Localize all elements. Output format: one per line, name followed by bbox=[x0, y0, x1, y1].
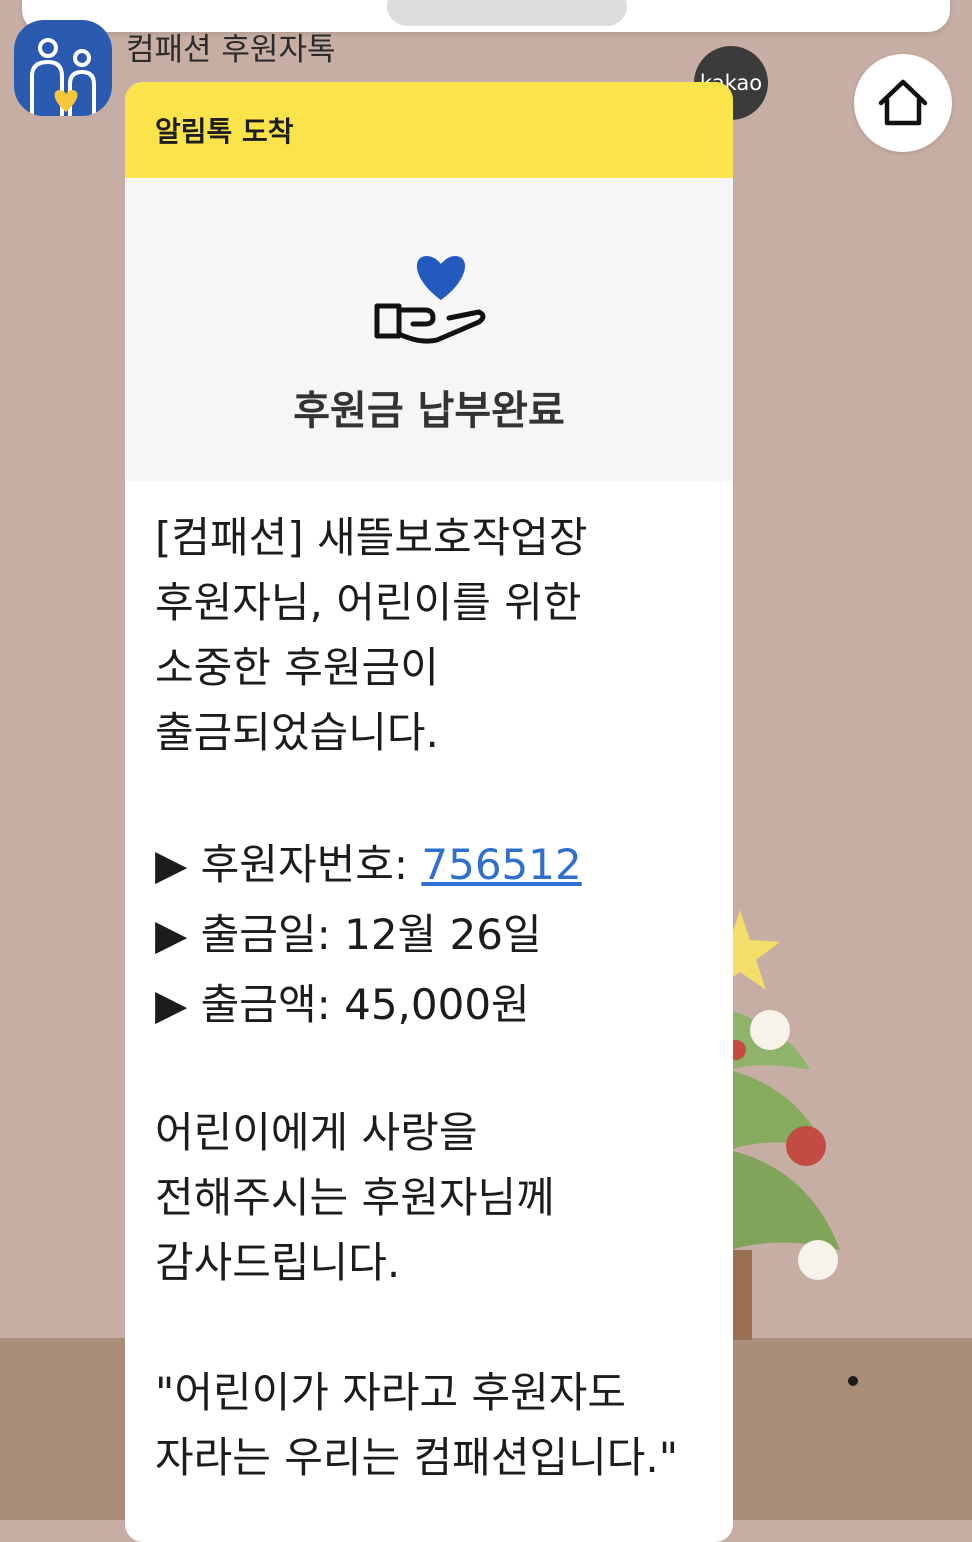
message-body: [컴패션] 새뜰보호작업장 후원자님, 어린이를 위한 소중한 후원금이 출금되… bbox=[125, 481, 733, 1490]
withdraw-amount-row: ▶ 출금액: 45,000원 bbox=[155, 970, 703, 1040]
banner-pill bbox=[387, 0, 627, 26]
sender-name: 컴패션 후원자톡 bbox=[126, 32, 336, 68]
heart-hand-icon bbox=[374, 256, 486, 344]
bullet-icon: ▶ bbox=[155, 840, 188, 889]
thanks-line: 전해주시는 후원자님께 bbox=[155, 1173, 555, 1222]
thanks-line: 감사드립니다. bbox=[155, 1238, 401, 1287]
intro-line: 후원자님, 어린이를 위한 bbox=[155, 578, 582, 627]
home-button[interactable] bbox=[854, 54, 952, 152]
intro-line: 소중한 후원금이 bbox=[155, 643, 439, 692]
message-header: 알림톡 도착 bbox=[125, 82, 733, 178]
quote-line: "어린이가 자라고 후원자도 bbox=[155, 1368, 627, 1417]
home-icon bbox=[878, 79, 928, 126]
intro-line: 출금되었습니다. bbox=[155, 708, 439, 757]
quote-line: 자라는 우리는 컴패션입니다." bbox=[155, 1433, 679, 1482]
bullet-icon: ▶ bbox=[155, 910, 188, 959]
sender-avatar[interactable] bbox=[14, 20, 112, 116]
compassion-family-heart-icon bbox=[30, 38, 96, 116]
decoration-dot bbox=[848, 1376, 858, 1386]
withdraw-date: 출금일: 12월 26일 bbox=[200, 910, 542, 959]
message-header-label: 알림톡 도착 bbox=[155, 115, 294, 148]
alimtalk-message-bubble: 알림톡 도착 후원금 납부완료 [컴패션] 새뜰보호작업장 후원자님, 어린이를… bbox=[125, 82, 733, 1542]
withdraw-amount: 출금액: 45,000원 bbox=[200, 980, 530, 1029]
donor-number-link[interactable]: 756512 bbox=[421, 840, 581, 889]
hero-title: 후원금 납부완료 bbox=[293, 388, 565, 434]
intro-line: [컴패션] 새뜰보호작업장 bbox=[155, 513, 588, 562]
message-hero: 후원금 납부완료 bbox=[125, 178, 733, 481]
donor-number-row: ▶ 후원자번호: 756512 bbox=[155, 830, 703, 900]
donor-number-label: 후원자번호: bbox=[200, 840, 422, 889]
withdraw-date-row: ▶ 출금일: 12월 26일 bbox=[155, 900, 703, 970]
bullet-icon: ▶ bbox=[155, 980, 188, 1029]
thanks-line: 어린이에게 사랑을 bbox=[155, 1108, 478, 1157]
